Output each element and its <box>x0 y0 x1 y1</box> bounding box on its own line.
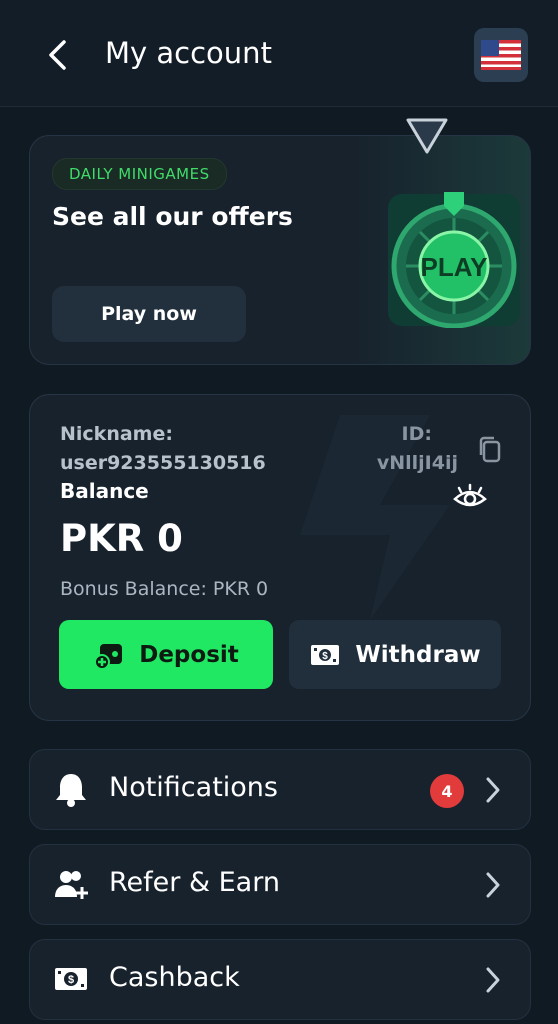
svg-text:$: $ <box>68 974 74 986</box>
chevron-right-icon <box>486 872 500 898</box>
cash-icon: $ <box>311 644 340 665</box>
cash-icon: $ <box>55 968 87 990</box>
language-button[interactable] <box>474 28 528 82</box>
wheel-play-text: PLAY <box>421 252 488 282</box>
id-value: vNlljI4ij <box>376 452 458 474</box>
play-now-button[interactable]: Play now <box>52 286 246 342</box>
chevron-right-icon <box>486 777 500 803</box>
eye-icon[interactable] <box>452 483 488 511</box>
nickname-label: Nickname: <box>60 423 173 445</box>
promo-card[interactable]: DAILY MINIGAMES See all our offers Play … <box>29 135 531 365</box>
bell-icon <box>56 774 86 807</box>
deposit-button[interactable]: Deposit <box>59 620 273 689</box>
promo-badge: DAILY MINIGAMES <box>52 158 227 190</box>
withdraw-label: Withdraw <box>355 641 481 668</box>
bonus-balance: Bonus Balance: PKR 0 <box>60 578 269 600</box>
promo-title: See all our offers <box>52 202 293 231</box>
svg-text:$: $ <box>323 651 329 662</box>
menu-label-notifications: Notifications <box>109 772 278 803</box>
back-button[interactable] <box>40 36 76 74</box>
nickname-value: user923555130516 <box>60 452 266 474</box>
menu-label-cashback: Cashback <box>109 962 240 993</box>
id-label: ID: <box>401 423 432 445</box>
notification-count-badge: 4 <box>430 774 464 808</box>
wallet-plus-icon <box>94 643 123 670</box>
balance-value: PKR 0 <box>60 517 183 560</box>
triangle-pointer-icon <box>406 118 448 154</box>
menu-item-cashback[interactable]: $ Cashback <box>29 939 531 1020</box>
page-title: My account <box>105 36 272 70</box>
menu-item-notifications[interactable]: Notifications 4 <box>29 749 531 830</box>
us-flag-icon <box>481 40 521 70</box>
deposit-label: Deposit <box>139 641 239 668</box>
chevron-right-icon <box>486 967 500 993</box>
header: My account <box>0 0 558 107</box>
menu-item-refer-earn[interactable]: Refer & Earn <box>29 844 531 925</box>
chevron-left-icon <box>49 40 66 70</box>
balance-label: Balance <box>60 479 149 503</box>
menu-label-refer-earn: Refer & Earn <box>109 867 280 898</box>
users-plus-icon <box>55 871 88 899</box>
copy-icon[interactable] <box>476 435 504 465</box>
play-wheel-icon[interactable]: PLAY <box>386 188 522 328</box>
wallet-card: Nickname: user923555130516 ID: vNlljI4ij… <box>29 394 531 721</box>
withdraw-button[interactable]: $ Withdraw <box>289 620 501 689</box>
